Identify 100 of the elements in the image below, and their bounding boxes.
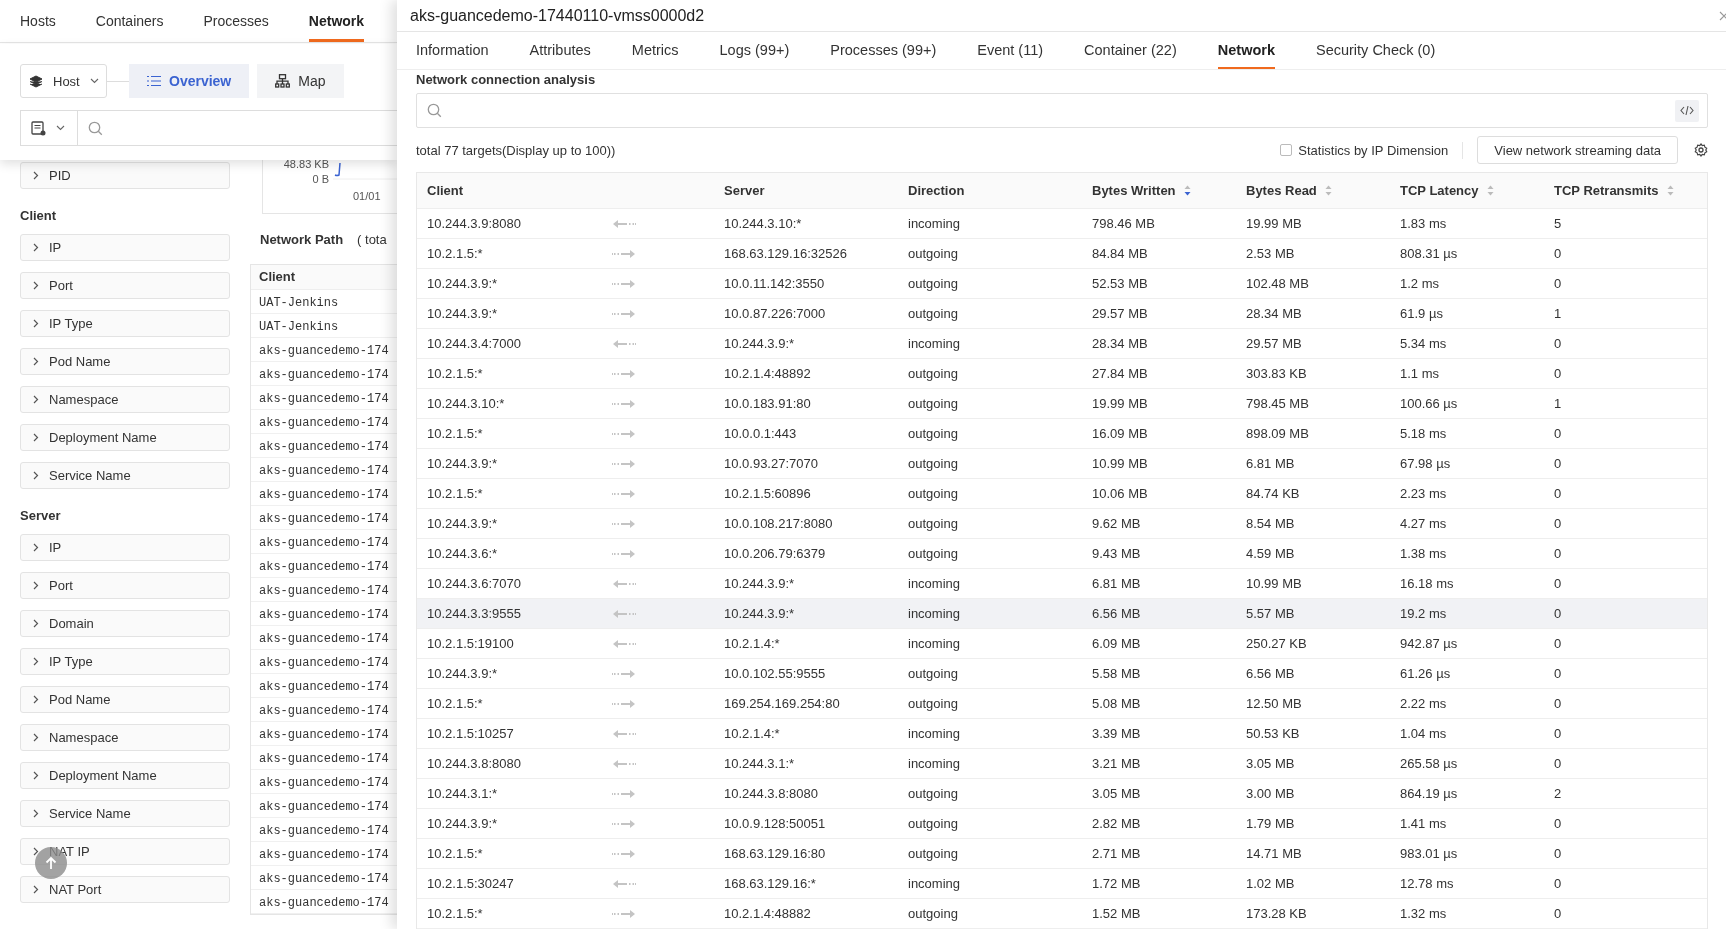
code-button[interactable] bbox=[1675, 99, 1699, 122]
code-icon bbox=[1680, 105, 1694, 116]
table-cell-text: 9.62 MB bbox=[1091, 516, 1142, 531]
table-row[interactable]: 10.244.3.1:* 10.244.3.8:8080 outgoing 3.05 MB 3.00 MB 864.19 µs 2 bbox=[417, 779, 1707, 809]
checkbox[interactable] bbox=[1280, 144, 1293, 156]
caret-icon bbox=[89, 78, 99, 84]
filter-item[interactable]: Pod Name bbox=[20, 686, 230, 713]
table-cell: aks-guancedemo-174 bbox=[259, 896, 389, 910]
table-cell-text: 10.2.1.4:* bbox=[723, 726, 781, 741]
filter-item[interactable]: Service Name bbox=[20, 462, 230, 489]
filter-item[interactable]: NAT Port bbox=[20, 876, 230, 903]
column-header: TCP Retransmits bbox=[1554, 183, 1659, 198]
table-row[interactable]: 10.2.1.5:* 10.2.1.4:48882 outgoing 1.52 MB 173.28 KB 1.32 ms 0 bbox=[417, 899, 1707, 929]
table-row[interactable]: 10.244.3.9:8080 10.244.3.10:* incoming 798.46 MB 19.99 MB 1.83 ms 5 bbox=[417, 209, 1707, 239]
arrow-up-icon bbox=[45, 856, 57, 870]
filter-item[interactable]: Deployment Name bbox=[20, 424, 230, 451]
table-row[interactable]: 10.2.1.5:* 168.63.129.16:32526 outgoing 84.84 MB 2.53 MB 808.31 µs 0 bbox=[417, 239, 1707, 269]
table-row[interactable]: 10.244.3.9:* 10.0.102.55:9555 outgoing 5.58 MB 6.56 MB 61.26 µs 0 bbox=[417, 659, 1707, 689]
detail-tab[interactable]: Container (22) bbox=[1084, 32, 1177, 69]
detail-tab[interactable]: Network bbox=[1217, 32, 1275, 69]
filter-item[interactable]: Service Name bbox=[20, 800, 230, 827]
detail-tab[interactable]: Processes (99+) bbox=[830, 32, 937, 69]
table-row[interactable]: 10.244.3.9:* 10.0.108.217:8080 outgoing 9.62 MB 8.54 MB 4.27 ms 0 bbox=[417, 509, 1707, 539]
table-row[interactable]: 10.2.1.5:10257 10.2.1.4:* incoming 3.39 MB 50.53 KB 1.04 ms 0 bbox=[417, 719, 1707, 749]
filter-item[interactable]: Port bbox=[20, 572, 230, 599]
filter-item[interactable]: Pod Name bbox=[20, 348, 230, 375]
table-row[interactable]: 10.244.3.9:* 10.0.11.142:3550 outgoing 52.53 MB 102.48 MB 1.2 ms 0 bbox=[417, 269, 1707, 299]
table-row[interactable]: 10.2.1.5:* 169.254.169.254:80 outgoing 5.08 MB 12.50 MB 2.22 ms 0 bbox=[417, 689, 1707, 719]
table-row[interactable]: 10.2.1.5:* 10.2.1.4:48892 outgoing 27.84 MB 303.83 KB 1.1 ms 0 bbox=[417, 359, 1707, 389]
streaming-data-button[interactable]: View network streaming data bbox=[1477, 136, 1678, 164]
table-row[interactable]: 10.2.1.5:* 10.2.1.5:60896 outgoing 10.06 MB 84.74 KB 2.23 ms 0 bbox=[417, 479, 1707, 509]
table-cell-text: 10.2.1.4:48882 bbox=[723, 906, 812, 921]
table-cell-text: 10.2.1.5:* bbox=[426, 696, 484, 711]
table-row[interactable]: 10.244.3.9:* 10.0.87.226:7000 outgoing 29.57 MB 28.34 MB 61.9 µs 1 bbox=[417, 299, 1707, 329]
table-row[interactable]: 10.244.3.8:8080 10.244.3.1:* incoming 3.21 MB 3.05 MB 265.58 µs 0 bbox=[417, 749, 1707, 779]
table-row[interactable]: 10.244.3.9:* 10.0.9.128:50051 outgoing 2.82 MB 1.79 MB 1.41 ms 0 bbox=[417, 809, 1707, 839]
table-cell-text: 1 bbox=[1553, 306, 1563, 321]
chevron-right-icon bbox=[33, 847, 39, 856]
table-cell-text: 983.01 µs bbox=[1399, 846, 1459, 861]
table-row[interactable]: 10.244.3.10:* 10.0.183.91:80 outgoing 19.99 MB 798.45 MB 100.66 µs 1 bbox=[417, 389, 1707, 419]
detail-tab[interactable]: Information bbox=[416, 32, 489, 69]
table-cell-text: 1.72 MB bbox=[1091, 876, 1142, 891]
detail-tab[interactable]: Event (11) bbox=[977, 32, 1044, 69]
table-cell-text: 10.06 MB bbox=[1091, 486, 1149, 501]
filter-item[interactable]: IP bbox=[20, 234, 230, 261]
table-row[interactable]: 10.2.1.5:* 10.0.0.1:443 outgoing 16.09 MB 898.09 MB 5.18 ms 0 bbox=[417, 419, 1707, 449]
host-select[interactable]: Host bbox=[20, 64, 107, 98]
table-cell-text: 10.0.102.55:9555 bbox=[723, 666, 827, 681]
table-row[interactable]: 10.244.3.4:7000 10.244.3.9:* incoming 28.34 MB 29.57 MB 5.34 ms 0 bbox=[417, 329, 1707, 359]
table-cell-text: 1.2 ms bbox=[1399, 276, 1440, 291]
column-header: Direction bbox=[908, 183, 965, 198]
table-cell-text: 10.244.3.9:* bbox=[426, 666, 499, 681]
filter-item[interactable]: Domain bbox=[20, 610, 230, 637]
search-field[interactable] bbox=[416, 93, 1708, 128]
filter-item[interactable]: PID bbox=[20, 162, 230, 189]
table-cell-text: 10.2.1.4:48892 bbox=[723, 366, 812, 381]
view-tab[interactable]: Overview bbox=[129, 64, 250, 98]
detail-tab[interactable]: Metrics bbox=[631, 32, 679, 69]
filter-item[interactable]: NAT IP bbox=[20, 838, 230, 865]
nav-tab[interactable]: Hosts bbox=[20, 0, 56, 42]
close-icon bbox=[1719, 10, 1726, 21]
table-cell-text: 12.50 MB bbox=[1245, 696, 1303, 711]
table-cell: aks-guancedemo-174 bbox=[259, 416, 389, 430]
table-row[interactable]: 10.2.1.5:19100 10.2.1.4:* incoming 6.09 MB 250.27 KB 942.87 µs 0 bbox=[417, 629, 1707, 659]
detail-tab[interactable]: Logs (99+) bbox=[719, 32, 790, 69]
table-cell-text: 52.53 MB bbox=[1091, 276, 1149, 291]
table-cell-text: 0 bbox=[1553, 756, 1563, 771]
table-row[interactable]: 10.2.1.5:30247 168.63.129.16:* incoming 1.72 MB 1.02 MB 12.78 ms 0 bbox=[417, 869, 1707, 899]
filter-item[interactable]: IP Type bbox=[20, 310, 230, 337]
filter-item[interactable]: IP bbox=[20, 534, 230, 561]
view-tab[interactable]: Map bbox=[257, 64, 344, 98]
filter-item[interactable]: Namespace bbox=[20, 724, 230, 751]
table-row[interactable]: 10.244.3.3:9555 10.244.3.9:* incoming 6.56 MB 5.57 MB 19.2 ms 0 bbox=[417, 599, 1707, 629]
settings-button[interactable] bbox=[1694, 143, 1708, 157]
nav-tab[interactable]: Processes bbox=[203, 0, 269, 42]
table-cell: aks-guancedemo-174 bbox=[259, 344, 389, 358]
table-cell-text: 10.244.3.9:* bbox=[426, 456, 499, 471]
table-cell-text: incoming bbox=[907, 606, 962, 621]
table-cell-text: 898.09 MB bbox=[1245, 426, 1310, 441]
table-cell-text: 29.57 MB bbox=[1245, 336, 1303, 351]
table-cell-text: 10.244.3.8:8080 bbox=[426, 756, 522, 771]
filter-item[interactable]: Deployment Name bbox=[20, 762, 230, 789]
ip-dimension-checkbox[interactable]: Statistics by IP Dimension bbox=[1274, 141, 1464, 159]
table-cell-text: 10.0.11.142:3550 bbox=[723, 276, 826, 291]
table-cell-text: 5 bbox=[1553, 216, 1563, 231]
filter-item[interactable]: Port bbox=[20, 272, 230, 299]
table-cell-text: 10.244.3.9:* bbox=[426, 516, 499, 531]
filter-item[interactable]: Namespace bbox=[20, 386, 230, 413]
nav-tab[interactable]: Containers bbox=[95, 0, 164, 42]
sort-icon[interactable] bbox=[1183, 185, 1191, 196]
detail-tab[interactable]: Attributes bbox=[529, 32, 591, 69]
table-row[interactable]: 10.2.1.5:* 168.63.129.16:80 outgoing 2.71 MB 14.71 MB 983.01 µs 0 bbox=[417, 839, 1707, 869]
table-cell-text: 0 bbox=[1553, 576, 1563, 591]
table-row[interactable]: 10.244.3.6:* 10.0.206.79:6379 outgoing 9.43 MB 4.59 MB 1.38 ms 0 bbox=[417, 539, 1707, 569]
chevron-right-icon bbox=[33, 171, 39, 180]
filter-item[interactable]: IP Type bbox=[20, 648, 230, 675]
table-cell-text: 168.63.129.16:32526 bbox=[723, 246, 848, 261]
table-row[interactable]: 10.244.3.9:* 10.0.93.27:7070 outgoing 10.99 MB 6.81 MB 67.98 µs 0 bbox=[417, 449, 1707, 479]
detail-tab[interactable]: Security Check (0) bbox=[1316, 32, 1436, 69]
section-heading: Server bbox=[20, 507, 62, 525]
